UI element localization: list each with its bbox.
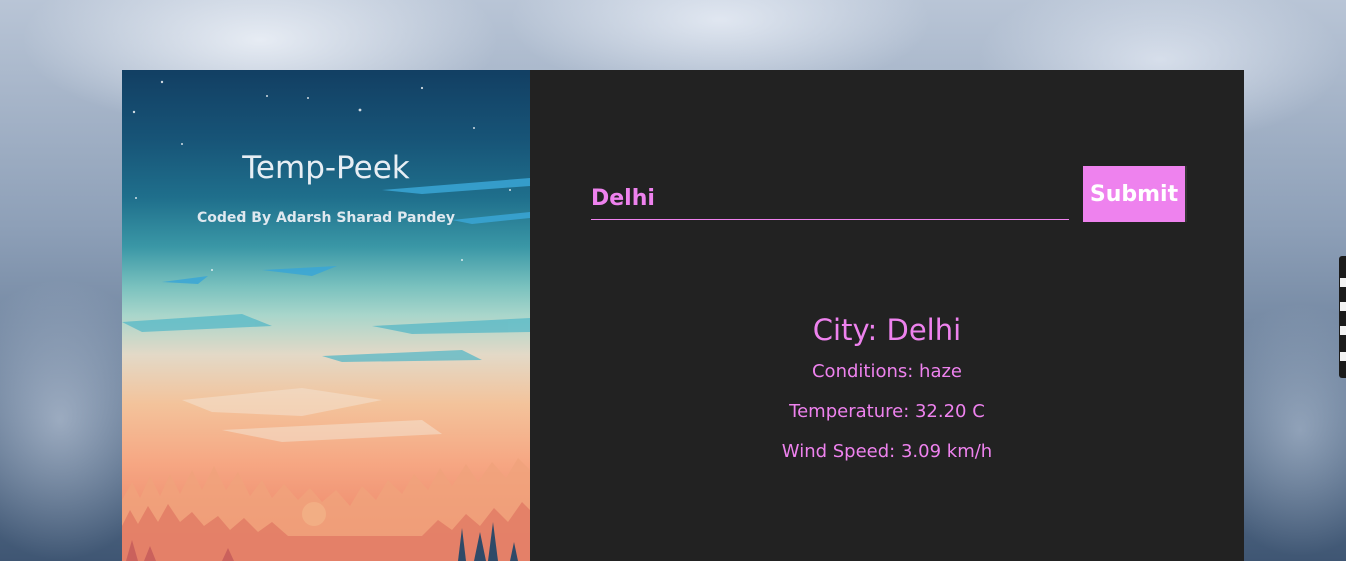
weather-card: Temp-Peek Coded By Adarsh Sharad Pandey … — [122, 70, 1244, 561]
toolbar-icon[interactable] — [1340, 352, 1346, 361]
weather-panel: Submit City: Delhi Conditions: haze Temp… — [530, 70, 1244, 561]
result-conditions: Conditions: haze — [811, 361, 963, 382]
landscape-art — [122, 80, 530, 561]
sunset-forest-illustration: Temp-Peek Coded By Adarsh Sharad Pandey — [122, 70, 530, 561]
toolbar-icon[interactable] — [1340, 302, 1346, 311]
app-title: Temp-Peek — [242, 150, 410, 186]
toolbar-icon[interactable] — [1340, 278, 1346, 287]
result-temperature: Temperature: 32.20 C — [789, 401, 985, 422]
result-city: City: Delhi — [812, 313, 962, 347]
submit-button[interactable]: Submit — [1083, 166, 1187, 222]
city-search-input[interactable] — [591, 166, 1069, 220]
toolbar-icon[interactable] — [1340, 326, 1346, 335]
weather-result: City: Delhi Conditions: haze Temperature… — [530, 308, 1244, 472]
search-form: Submit — [591, 166, 1187, 222]
result-wind-speed: Wind Speed: 3.09 km/h — [781, 441, 993, 462]
author-credit: Coded By Adarsh Sharad Pandey — [196, 210, 456, 226]
side-extension-toolbar[interactable] — [1339, 256, 1346, 378]
